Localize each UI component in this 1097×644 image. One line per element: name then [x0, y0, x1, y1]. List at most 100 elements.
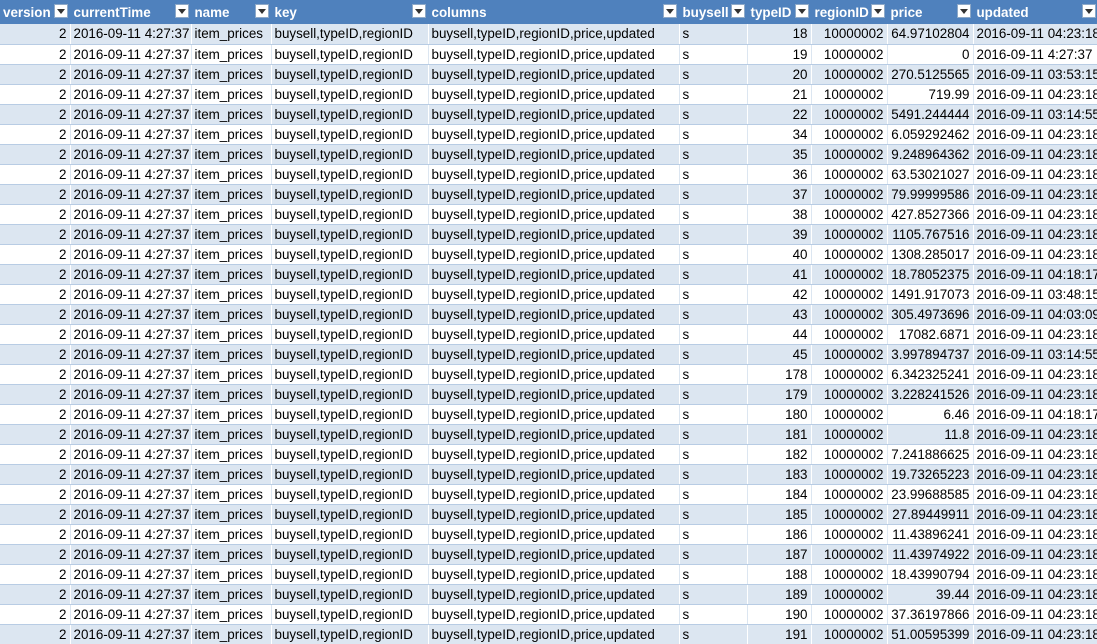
cell-current-time[interactable]: 2016-09-11 4:27:37: [70, 384, 192, 405]
cell-key[interactable]: buysell,typeID,regionID: [271, 164, 429, 185]
cell-key[interactable]: buysell,typeID,regionID: [271, 524, 429, 545]
cell-key[interactable]: buysell,typeID,regionID: [271, 24, 429, 45]
cell-columns[interactable]: buysell,typeID,regionID,price,updated: [428, 204, 680, 225]
cell-name[interactable]: item_prices: [191, 44, 272, 65]
cell-version[interactable]: 2: [0, 544, 71, 565]
cell-current-time[interactable]: 2016-09-11 4:27:37: [70, 284, 192, 305]
cell-price[interactable]: 0: [887, 44, 974, 65]
cell-type-id[interactable]: 38: [747, 204, 812, 225]
cell-key[interactable]: buysell,typeID,regionID: [271, 324, 429, 345]
cell-version[interactable]: 2: [0, 444, 71, 465]
cell-key[interactable]: buysell,typeID,regionID: [271, 204, 429, 225]
cell-columns[interactable]: buysell,typeID,regionID,price,updated: [428, 144, 680, 165]
cell-region-id[interactable]: 10000002: [811, 184, 888, 205]
cell-buysell[interactable]: s: [679, 504, 748, 525]
cell-updated[interactable]: 2016-09-11 04:23:18: [973, 324, 1097, 345]
cell-type-id[interactable]: 179: [747, 384, 812, 405]
cell-key[interactable]: buysell,typeID,regionID: [271, 444, 429, 465]
cell-current-time[interactable]: 2016-09-11 4:27:37: [70, 124, 192, 145]
cell-region-id[interactable]: 10000002: [811, 604, 888, 625]
cell-current-time[interactable]: 2016-09-11 4:27:37: [70, 624, 192, 644]
column-header-name[interactable]: name: [191, 0, 272, 24]
cell-version[interactable]: 2: [0, 404, 71, 425]
cell-columns[interactable]: buysell,typeID,regionID,price,updated: [428, 264, 680, 285]
cell-region-id[interactable]: 10000002: [811, 104, 888, 125]
cell-current-time[interactable]: 2016-09-11 4:27:37: [70, 404, 192, 425]
cell-columns[interactable]: buysell,typeID,regionID,price,updated: [428, 364, 680, 385]
cell-current-time[interactable]: 2016-09-11 4:27:37: [70, 244, 192, 265]
cell-updated[interactable]: 2016-09-11 04:23:18: [973, 24, 1097, 45]
cell-updated[interactable]: 2016-09-11 04:18:17: [973, 264, 1097, 285]
cell-updated[interactable]: 2016-09-11 04:23:18: [973, 84, 1097, 105]
cell-version[interactable]: 2: [0, 44, 71, 65]
cell-type-id[interactable]: 183: [747, 464, 812, 485]
cell-name[interactable]: item_prices: [191, 384, 272, 405]
cell-current-time[interactable]: 2016-09-11 4:27:37: [70, 164, 192, 185]
cell-price[interactable]: 39.44: [887, 584, 974, 605]
cell-current-time[interactable]: 2016-09-11 4:27:37: [70, 264, 192, 285]
filter-dropdown-icon[interactable]: [1081, 4, 1096, 18]
cell-price[interactable]: 23.99688585: [887, 484, 974, 505]
cell-version[interactable]: 2: [0, 364, 71, 385]
cell-type-id[interactable]: 185: [747, 504, 812, 525]
cell-key[interactable]: buysell,typeID,regionID: [271, 44, 429, 65]
cell-buysell[interactable]: s: [679, 584, 748, 605]
cell-region-id[interactable]: 10000002: [811, 304, 888, 325]
cell-updated[interactable]: 2016-09-11 04:03:09: [973, 304, 1097, 325]
cell-columns[interactable]: buysell,typeID,regionID,price,updated: [428, 324, 680, 345]
cell-name[interactable]: item_prices: [191, 244, 272, 265]
cell-name[interactable]: item_prices: [191, 404, 272, 425]
cell-updated[interactable]: 2016-09-11 04:23:18: [973, 464, 1097, 485]
cell-current-time[interactable]: 2016-09-11 4:27:37: [70, 44, 192, 65]
cell-version[interactable]: 2: [0, 84, 71, 105]
cell-key[interactable]: buysell,typeID,regionID: [271, 144, 429, 165]
cell-region-id[interactable]: 10000002: [811, 264, 888, 285]
cell-buysell[interactable]: s: [679, 464, 748, 485]
cell-region-id[interactable]: 10000002: [811, 464, 888, 485]
cell-name[interactable]: item_prices: [191, 24, 272, 45]
cell-current-time[interactable]: 2016-09-11 4:27:37: [70, 524, 192, 545]
cell-type-id[interactable]: 37: [747, 184, 812, 205]
cell-current-time[interactable]: 2016-09-11 4:27:37: [70, 364, 192, 385]
cell-version[interactable]: 2: [0, 424, 71, 445]
cell-region-id[interactable]: 10000002: [811, 244, 888, 265]
cell-current-time[interactable]: 2016-09-11 4:27:37: [70, 444, 192, 465]
cell-name[interactable]: item_prices: [191, 64, 272, 85]
cell-price[interactable]: 18.78052375: [887, 264, 974, 285]
cell-current-time[interactable]: 2016-09-11 4:27:37: [70, 564, 192, 585]
cell-columns[interactable]: buysell,typeID,regionID,price,updated: [428, 284, 680, 305]
cell-name[interactable]: item_prices: [191, 104, 272, 125]
cell-buysell[interactable]: s: [679, 564, 748, 585]
cell-columns[interactable]: buysell,typeID,regionID,price,updated: [428, 24, 680, 45]
filter-dropdown-icon[interactable]: [956, 4, 971, 18]
cell-key[interactable]: buysell,typeID,regionID: [271, 424, 429, 445]
cell-columns[interactable]: buysell,typeID,regionID,price,updated: [428, 164, 680, 185]
column-header-updated[interactable]: updated: [973, 0, 1097, 24]
cell-key[interactable]: buysell,typeID,regionID: [271, 364, 429, 385]
cell-updated[interactable]: 2016-09-11 03:14:55: [973, 344, 1097, 365]
cell-current-time[interactable]: 2016-09-11 4:27:37: [70, 84, 192, 105]
cell-name[interactable]: item_prices: [191, 484, 272, 505]
cell-price[interactable]: 6.342325241: [887, 364, 974, 385]
cell-price[interactable]: 1105.767516: [887, 224, 974, 245]
cell-current-time[interactable]: 2016-09-11 4:27:37: [70, 104, 192, 125]
cell-current-time[interactable]: 2016-09-11 4:27:37: [70, 24, 192, 45]
cell-updated[interactable]: 2016-09-11 04:18:17: [973, 404, 1097, 425]
cell-version[interactable]: 2: [0, 564, 71, 585]
cell-current-time[interactable]: 2016-09-11 4:27:37: [70, 184, 192, 205]
cell-region-id[interactable]: 10000002: [811, 64, 888, 85]
filter-dropdown-icon[interactable]: [662, 4, 677, 18]
cell-columns[interactable]: buysell,typeID,regionID,price,updated: [428, 304, 680, 325]
cell-price[interactable]: 305.4973696: [887, 304, 974, 325]
cell-region-id[interactable]: 10000002: [811, 424, 888, 445]
cell-updated[interactable]: 2016-09-11 04:23:18: [973, 524, 1097, 545]
cell-region-id[interactable]: 10000002: [811, 364, 888, 385]
cell-version[interactable]: 2: [0, 164, 71, 185]
cell-current-time[interactable]: 2016-09-11 4:27:37: [70, 324, 192, 345]
cell-region-id[interactable]: 10000002: [811, 504, 888, 525]
column-header-price[interactable]: price: [887, 0, 974, 24]
cell-version[interactable]: 2: [0, 324, 71, 345]
cell-region-id[interactable]: 10000002: [811, 524, 888, 545]
cell-price[interactable]: 6.46: [887, 404, 974, 425]
cell-key[interactable]: buysell,typeID,regionID: [271, 484, 429, 505]
